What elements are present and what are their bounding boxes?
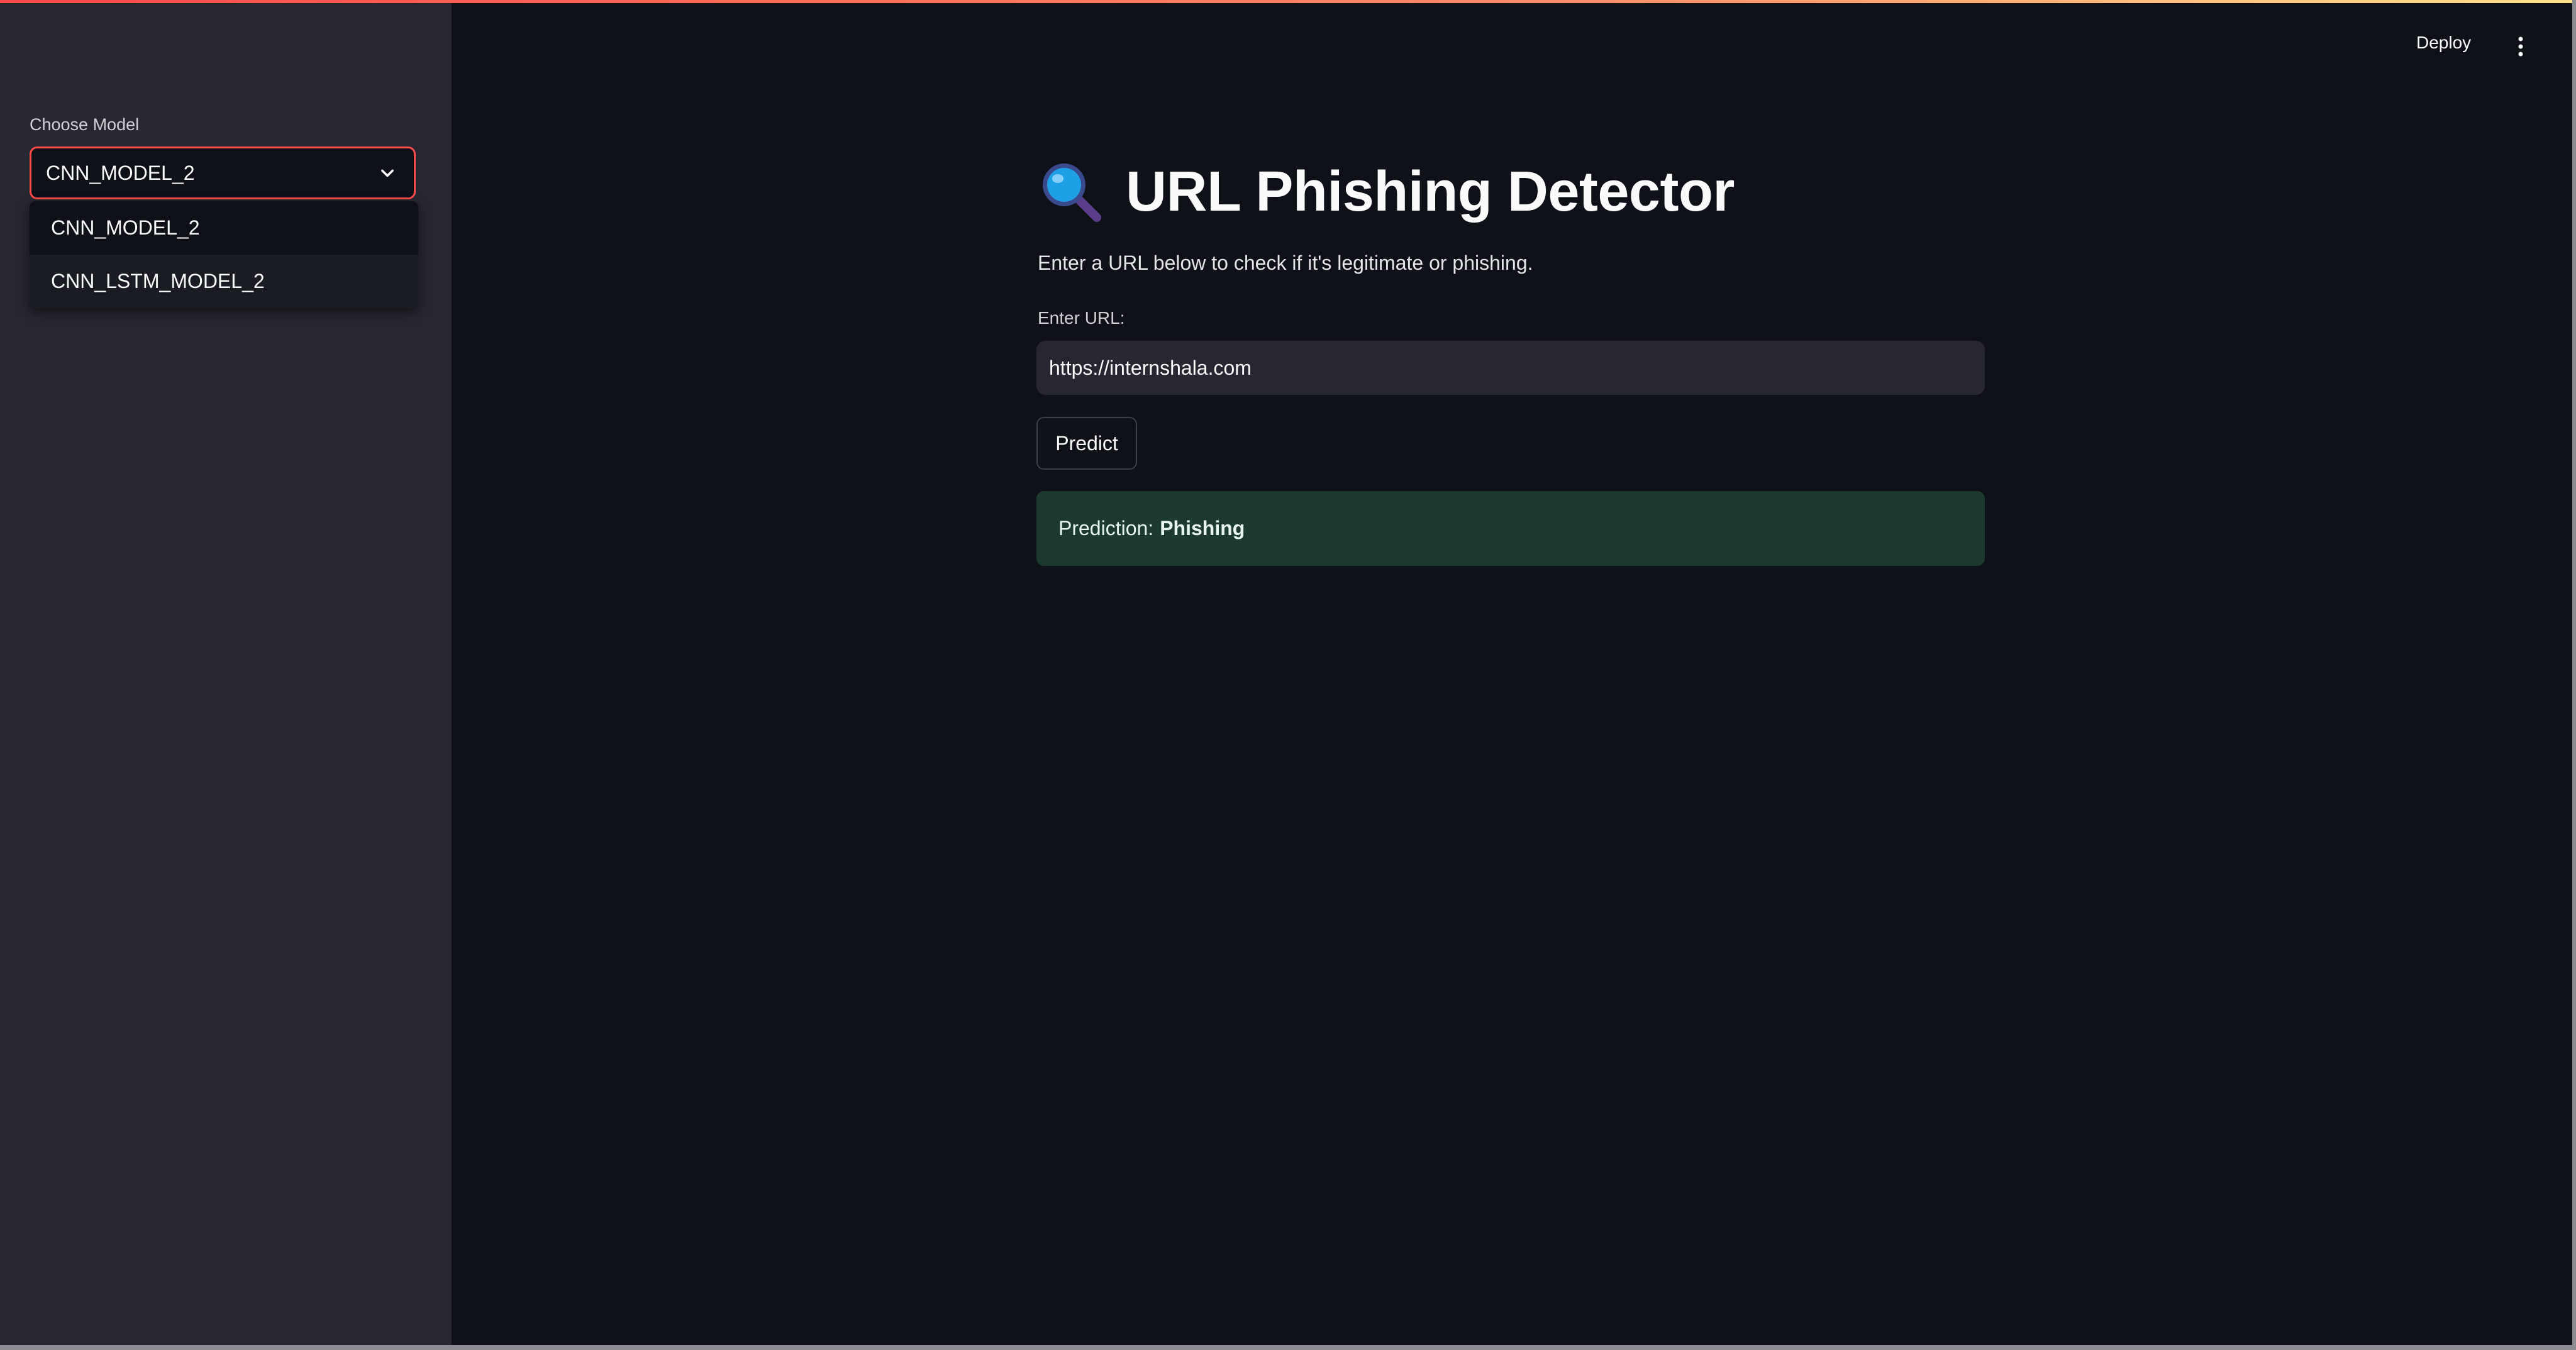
sidebar: Choose Model CNN_MODEL_2 CNN_MODEL_2 CNN… bbox=[0, 3, 452, 1345]
model-select-label: Choose Model bbox=[30, 115, 140, 134]
app-window: Choose Model CNN_MODEL_2 CNN_MODEL_2 CNN… bbox=[0, 0, 2576, 1350]
chevron-down-icon bbox=[381, 169, 394, 177]
model-option-cnn[interactable]: CNN_MODEL_2 bbox=[30, 201, 418, 255]
prediction-result-alert: Prediction: Phishing bbox=[1036, 491, 1985, 566]
prediction-label: Prediction: bbox=[1058, 517, 1154, 539]
model-option-cnn-lstm[interactable]: CNN_LSTM_MODEL_2 bbox=[30, 255, 418, 308]
window-right-edge bbox=[2572, 0, 2576, 1350]
page-title-row: URL Phishing Detector bbox=[1036, 154, 1735, 230]
deploy-button[interactable]: Deploy bbox=[2416, 33, 2471, 53]
model-select-value: CNN_MODEL_2 bbox=[46, 161, 195, 184]
prediction-value: Phishing bbox=[1160, 517, 1245, 539]
page-title: URL Phishing Detector bbox=[1126, 160, 1735, 223]
model-select[interactable]: CNN_MODEL_2 bbox=[30, 147, 416, 199]
predict-button[interactable]: Predict bbox=[1036, 417, 1137, 470]
url-input-label: Enter URL: bbox=[1038, 308, 1125, 328]
model-dropdown-menu: CNN_MODEL_2 CNN_LSTM_MODEL_2 bbox=[30, 201, 418, 308]
window-bottom-edge bbox=[0, 1345, 2576, 1350]
magnifying-glass-icon bbox=[1043, 163, 1101, 222]
more-vertical-icon[interactable] bbox=[2514, 35, 2527, 58]
page-description: Enter a URL below to check if it's legit… bbox=[1038, 252, 1533, 274]
url-input[interactable] bbox=[1036, 341, 1985, 395]
